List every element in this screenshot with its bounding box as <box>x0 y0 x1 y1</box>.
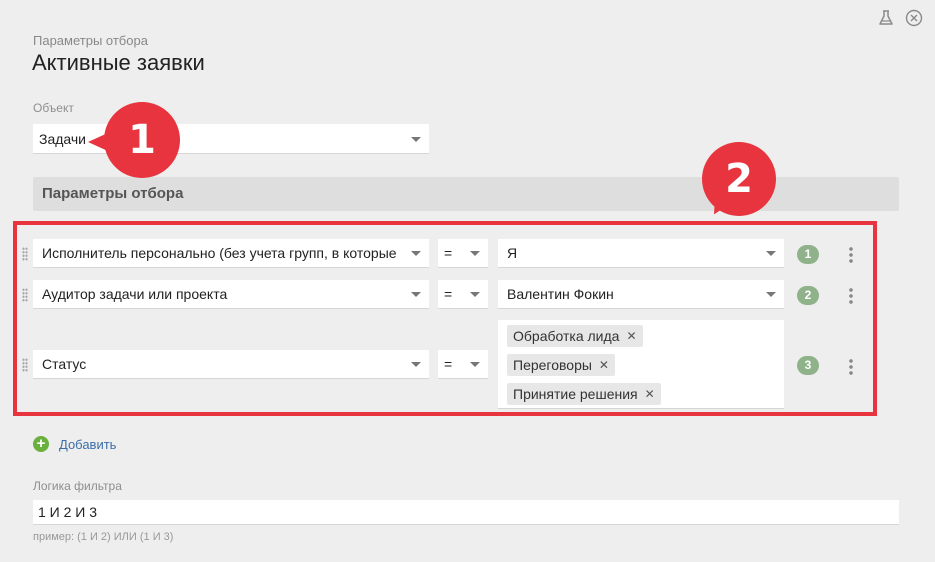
caret-down-icon <box>766 292 776 297</box>
drag-handle-icon[interactable] <box>22 288 28 302</box>
kebab-menu-icon[interactable] <box>849 358 853 376</box>
condition-field-select[interactable]: Исполнитель персонально (без учета групп… <box>33 239 429 268</box>
kebab-menu-icon[interactable] <box>849 287 853 305</box>
drag-handle-icon[interactable] <box>22 358 28 372</box>
condition-number-badge: 3 <box>797 356 819 375</box>
condition-operator-value: = <box>444 286 453 302</box>
condition-number-badge: 1 <box>797 245 819 264</box>
condition-field-select[interactable]: Статус <box>33 350 429 379</box>
caret-down-icon <box>411 362 421 367</box>
remove-tag-icon[interactable]: ✕ <box>626 329 636 343</box>
value-tag-label: Переговоры <box>513 357 592 373</box>
condition-multi-value[interactable]: Обработка лида ✕ Переговоры ✕ Принятие реш… <box>498 320 784 409</box>
remove-tag-icon[interactable]: ✕ <box>599 358 609 372</box>
condition-operator-select[interactable]: = <box>438 280 488 309</box>
plus-icon: + <box>33 436 49 452</box>
callout-badge: 2 <box>702 142 776 216</box>
page-title: Активные заявки <box>32 50 205 75</box>
value-tag-label: Обработка лида <box>513 328 620 344</box>
caret-down-icon <box>766 251 776 256</box>
flask-icon[interactable] <box>877 9 895 27</box>
condition-field-value: Статус <box>42 356 87 372</box>
caret-down-icon <box>470 292 480 297</box>
condition-value-select[interactable]: Я <box>498 239 784 268</box>
logic-label: Логика фильтра <box>33 479 122 493</box>
caret-down-icon <box>470 362 480 367</box>
add-condition-label: Добавить <box>59 436 117 452</box>
condition-number-badge: 2 <box>797 286 819 305</box>
callout-badge: 1 <box>104 102 180 178</box>
remove-tag-icon[interactable]: ✕ <box>645 387 655 401</box>
value-tag-label: Принятие решения <box>513 386 638 402</box>
condition-field-select[interactable]: Аудитор задачи или проекта <box>33 280 429 309</box>
condition-operator-value: = <box>444 245 453 261</box>
value-tag: Принятие решения ✕ <box>507 383 661 405</box>
drag-handle-icon[interactable] <box>22 247 28 261</box>
condition-field-value: Аудитор задачи или проекта <box>42 286 228 302</box>
logic-hint: пример: (1 И 2) ИЛИ (1 И 3) <box>33 531 174 543</box>
condition-value-select[interactable]: Валентин Фокин <box>498 280 784 309</box>
close-icon[interactable] <box>905 9 923 27</box>
condition-value: Я <box>507 245 518 261</box>
condition-operator-select[interactable]: = <box>438 239 488 268</box>
value-tag: Обработка лида ✕ <box>507 325 643 347</box>
condition-value: Валентин Фокин <box>507 286 614 302</box>
condition-field-value: Исполнитель персонально (без учета групп… <box>42 245 397 261</box>
condition-operator-value: = <box>444 356 453 372</box>
logic-input[interactable]: 1 И 2 И 3 <box>33 500 899 525</box>
caret-down-icon <box>411 251 421 256</box>
add-condition-link[interactable]: + Добавить <box>33 436 116 452</box>
object-label: Объект <box>33 101 74 115</box>
caret-down-icon <box>470 251 480 256</box>
caret-down-icon <box>411 292 421 297</box>
page-subtitle: Параметры отбора <box>33 33 148 48</box>
value-tag: Переговоры ✕ <box>507 354 615 376</box>
kebab-menu-icon[interactable] <box>849 246 853 264</box>
caret-down-icon <box>411 136 421 142</box>
condition-operator-select[interactable]: = <box>438 350 488 379</box>
